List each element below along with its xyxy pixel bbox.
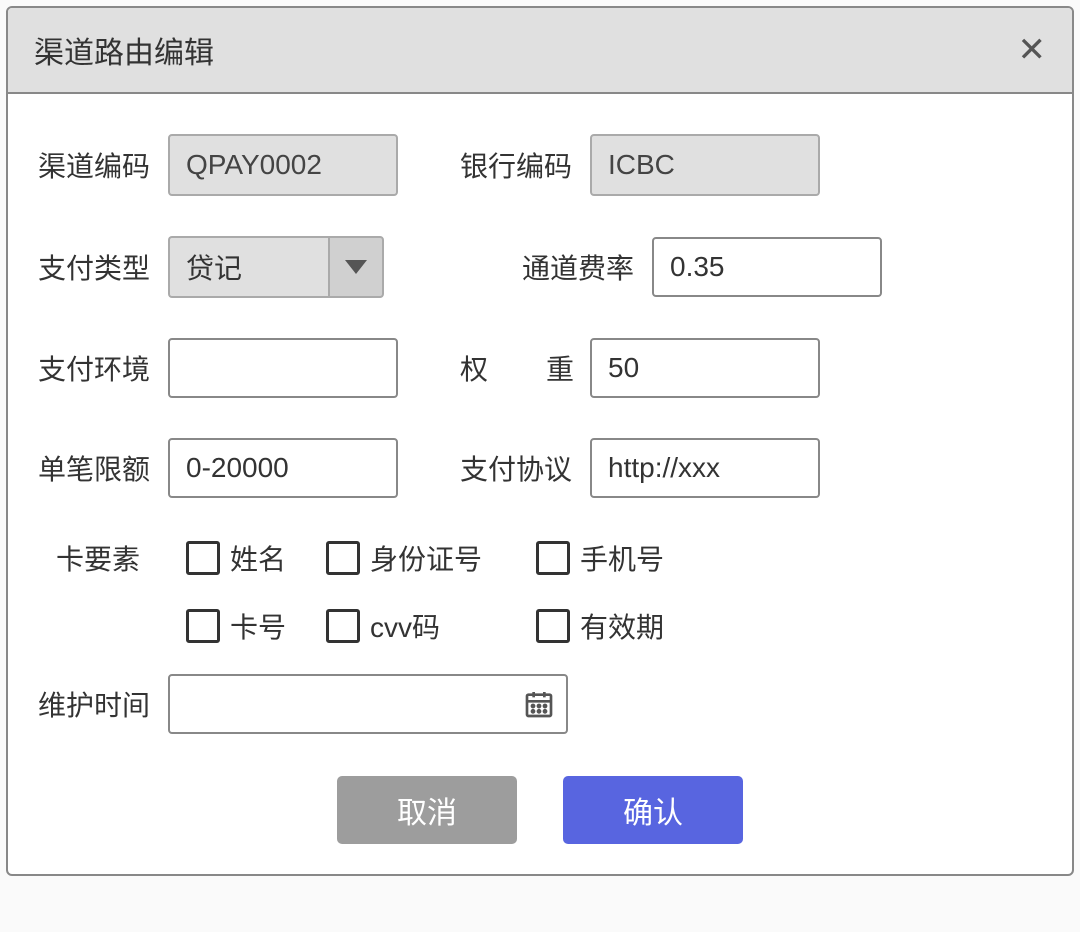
bank-code-value: ICBC: [590, 134, 820, 196]
confirm-button[interactable]: 确认: [563, 776, 743, 844]
channel-route-edit-dialog: 渠道路由编辑 ✕ 渠道编码 QPAY0002 银行编码 ICBC 支付类型 贷记: [6, 6, 1074, 876]
chevron-down-icon[interactable]: [328, 236, 384, 298]
field-weight: 权 重: [460, 338, 820, 398]
checkbox-cardno-box[interactable]: [186, 609, 220, 643]
cancel-button[interactable]: 取消: [337, 776, 517, 844]
checkbox-phone: 手机号: [536, 538, 664, 578]
form-row: 支付环境 权 重: [38, 338, 1042, 398]
button-row: 取消 确认: [38, 776, 1042, 844]
checkbox-expiry: 有效期: [536, 606, 664, 646]
field-bank-code: 银行编码 ICBC: [460, 134, 820, 196]
card-elements-row: 卡号 cvv码 有效期: [38, 606, 1042, 646]
maintain-time-label: 维护时间: [38, 684, 168, 724]
checkbox-cardno-label: 卡号: [230, 606, 286, 646]
checkbox-expiry-label: 有效期: [580, 606, 664, 646]
field-pay-env: 支付环境: [38, 338, 398, 398]
checkbox-phone-box[interactable]: [536, 541, 570, 575]
pay-env-label: 支付环境: [38, 348, 168, 388]
checkbox-cardno: 卡号: [186, 606, 316, 646]
checkbox-phone-label: 手机号: [580, 538, 664, 578]
checkbox-cvv-box[interactable]: [326, 609, 360, 643]
weight-label: 权 重: [460, 348, 590, 388]
pay-type-value: 贷记: [168, 236, 328, 298]
bank-code-label: 银行编码: [460, 145, 590, 185]
calendar-icon[interactable]: [520, 685, 558, 723]
pay-type-select[interactable]: 贷记: [168, 236, 384, 298]
dialog-body: 渠道编码 QPAY0002 银行编码 ICBC 支付类型 贷记 通道费率: [8, 94, 1072, 874]
weight-input[interactable]: [590, 338, 820, 398]
checkbox-cvv-label: cvv码: [370, 606, 440, 646]
form-row: 支付类型 贷记 通道费率: [38, 236, 1042, 298]
card-elements-label: 卡要素: [56, 538, 186, 578]
dialog-header: 渠道路由编辑 ✕: [8, 8, 1072, 94]
single-limit-input[interactable]: [168, 438, 398, 498]
field-channel-code: 渠道编码 QPAY0002: [38, 134, 398, 196]
field-channel-rate: 通道费率: [522, 237, 882, 297]
pay-protocol-input[interactable]: [590, 438, 820, 498]
form-row: 渠道编码 QPAY0002 银行编码 ICBC: [38, 134, 1042, 196]
checkbox-idnum: 身份证号: [326, 538, 526, 578]
checkbox-idnum-label: 身份证号: [370, 538, 482, 578]
pay-type-label: 支付类型: [38, 247, 168, 287]
checkbox-name-label: 姓名: [230, 538, 286, 578]
channel-code-value: QPAY0002: [168, 134, 398, 196]
field-single-limit: 单笔限额: [38, 438, 398, 498]
field-maintain-time: 维护时间: [38, 674, 1042, 734]
checkbox-name-box[interactable]: [186, 541, 220, 575]
field-pay-protocol: 支付协议: [460, 438, 820, 498]
channel-rate-label: 通道费率: [522, 247, 652, 287]
pay-protocol-label: 支付协议: [460, 448, 590, 488]
checkbox-cvv: cvv码: [326, 606, 526, 646]
channel-rate-input[interactable]: [652, 237, 882, 297]
close-icon[interactable]: ✕: [1018, 33, 1047, 67]
form-row: 单笔限额 支付协议: [38, 438, 1042, 498]
field-pay-type: 支付类型 贷记: [38, 236, 384, 298]
maintain-time-input[interactable]: [168, 674, 568, 734]
single-limit-label: 单笔限额: [38, 448, 168, 488]
card-elements-row: 卡要素 姓名 身份证号 手机号: [38, 538, 1042, 578]
checkbox-name: 姓名: [186, 538, 316, 578]
pay-env-input[interactable]: [168, 338, 398, 398]
checkbox-expiry-box[interactable]: [536, 609, 570, 643]
channel-code-label: 渠道编码: [38, 145, 168, 185]
dialog-title: 渠道路由编辑: [34, 28, 214, 72]
checkbox-idnum-box[interactable]: [326, 541, 360, 575]
maintain-time-wrap: [168, 674, 568, 734]
